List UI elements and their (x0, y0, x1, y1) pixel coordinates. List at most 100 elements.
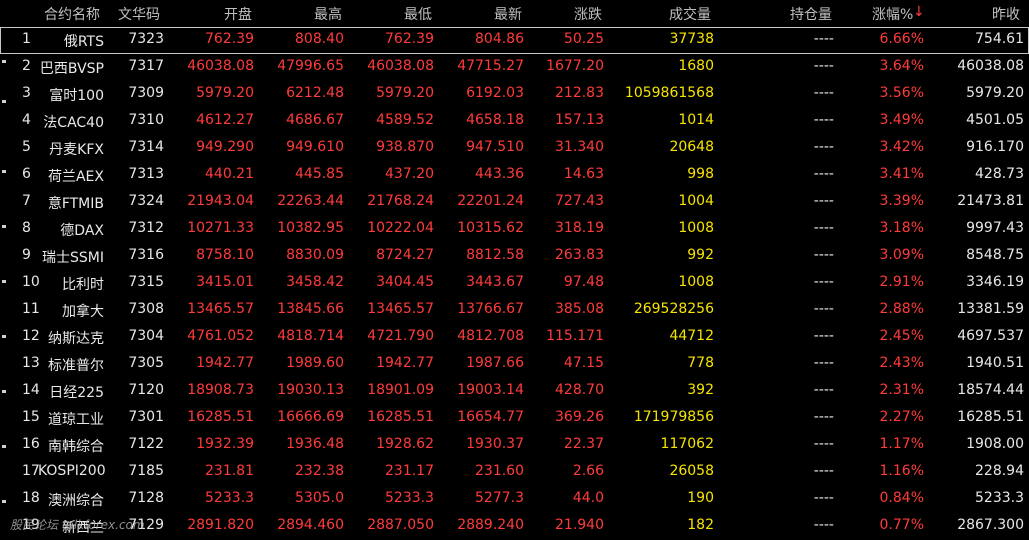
open-interest: ---- (813, 328, 834, 344)
open-price: 231.81 (205, 463, 254, 479)
open-interest: ---- (813, 409, 834, 425)
prev-close: 754.61 (975, 31, 1024, 47)
header-volume[interactable]: 成交量 (669, 4, 711, 24)
price-change: 318.19 (555, 220, 604, 236)
last-price: 16654.77 (457, 409, 524, 425)
open-interest: ---- (813, 31, 834, 47)
table-row[interactable]: 15 道琼工业 7301 16285.51 16666.69 16285.51 16654.… (0, 405, 1029, 432)
last-price: 6192.03 (466, 85, 524, 101)
low-price: 231.17 (385, 463, 434, 479)
table-row[interactable]: 9 瑞士SSMI 7316 8758.10 8830.09 8724.27 8812.58 2… (0, 243, 1029, 270)
left-scroll-markers[interactable] (0, 27, 8, 540)
open-interest: ---- (813, 166, 834, 182)
header-prev-close[interactable]: 昨收 (992, 4, 1020, 24)
prev-close: 2867.300 (957, 517, 1024, 533)
contract-code: 7185 (128, 463, 164, 479)
volume: 998 (687, 166, 714, 182)
table-row[interactable]: 5 丹麦KFX 7314 949.290 949.610 938.870 947.510 31… (0, 135, 1029, 162)
open-interest: ---- (813, 301, 834, 317)
prev-close: 8548.75 (966, 247, 1024, 263)
prev-close: 1940.51 (966, 355, 1024, 371)
table-row[interactable]: 6 荷兰AEX 7313 440.21 445.85 437.20 443.36 14.63 9… (0, 162, 1029, 189)
header-high[interactable]: 最高 (314, 4, 342, 24)
pct-change: 3.39% (879, 193, 924, 209)
open-interest: ---- (813, 58, 834, 74)
scroll-marker (2, 335, 6, 338)
header-low[interactable]: 最低 (404, 4, 432, 24)
table-row[interactable]: 18 澳洲综合 7128 5233.3 5305.0 5233.3 5277.3 44.0 19… (0, 486, 1029, 513)
price-change: 22.37 (563, 436, 604, 452)
low-price: 3404.45 (376, 274, 434, 290)
table-row[interactable]: 2 巴西BVSP 7317 46038.08 47996.65 46038.08 47715… (0, 54, 1029, 81)
table-row[interactable]: 11 加拿大 7308 13465.57 13845.66 13465.57 13766.6… (0, 297, 1029, 324)
price-change: 1677.20 (546, 58, 604, 74)
header-name[interactable]: 合约名称 (44, 4, 100, 24)
header-pct[interactable]: 涨幅% (872, 4, 913, 24)
low-price: 5979.20 (376, 85, 434, 101)
contract-name: 南韩综合 (48, 439, 104, 455)
table-row[interactable]: 10 比利时 7315 3415.01 3458.42 3404.45 3443.67 97.… (0, 270, 1029, 297)
high-price: 10382.95 (277, 220, 344, 236)
last-price: 947.510 (466, 139, 524, 155)
prev-close: 18574.44 (957, 382, 1024, 398)
last-price: 804.86 (475, 31, 524, 47)
table-row[interactable]: 19 新西兰 7129 2891.820 2894.460 2887.050 2889.24… (0, 513, 1029, 540)
contract-code: 7323 (128, 31, 164, 47)
contract-name: 澳洲综合 (48, 493, 104, 509)
table-row[interactable]: 14 日经225 7120 18908.73 19030.13 18901.09 19003… (0, 378, 1029, 405)
low-price: 5233.3 (385, 490, 434, 506)
volume: 1008 (678, 274, 714, 290)
scroll-marker (2, 280, 6, 283)
table-row[interactable]: 16 南韩综合 7122 1932.39 1936.48 1928.62 1930.37 22… (0, 432, 1029, 459)
volume: 1008 (678, 220, 714, 236)
header-last[interactable]: 最新 (494, 4, 522, 24)
high-price: 4818.714 (277, 328, 344, 344)
pct-change: 3.09% (879, 247, 924, 263)
contract-name: KOSPI200 (38, 463, 106, 479)
header-code[interactable]: 文华码 (118, 4, 160, 24)
open-interest: ---- (813, 112, 834, 128)
open-price: 4761.052 (187, 328, 254, 344)
table-row[interactable]: 13 标准普尔 7305 1942.77 1989.60 1942.77 1987.66 47… (0, 351, 1029, 378)
low-price: 4589.52 (376, 112, 434, 128)
pct-change: 3.18% (879, 220, 924, 236)
sort-desc-icon[interactable]: ↓ (913, 4, 925, 20)
low-price: 1928.62 (376, 436, 434, 452)
contract-code: 7308 (128, 301, 164, 317)
pct-change: 3.49% (879, 112, 924, 128)
high-price: 47996.65 (277, 58, 344, 74)
high-price: 808.40 (295, 31, 344, 47)
table-row[interactable]: 4 法CAC40 7310 4612.27 4686.67 4589.52 4658.18 1… (0, 108, 1029, 135)
contract-name: 道琼工业 (48, 412, 104, 428)
table-row[interactable]: 12 纳斯达克 7304 4761.052 4818.714 4721.790 4812.7… (0, 324, 1029, 351)
low-price: 13465.57 (367, 301, 434, 317)
pct-change: 1.16% (879, 463, 924, 479)
table-row[interactable]: 1 俄RTS 7323 762.39 808.40 762.39 804.86 50.25 37… (0, 27, 1029, 54)
table-row[interactable]: 8 德DAX 7312 10271.33 10382.95 10222.04 10315.6… (0, 216, 1029, 243)
contract-code: 7305 (128, 355, 164, 371)
contract-name: 加拿大 (62, 304, 104, 320)
table-header: 合约名称 文华码 开盘 最高 最低 最新 涨跌 成交量 持仓量 涨幅% ↓ 昨收 (0, 0, 1029, 27)
volume: 1014 (678, 112, 714, 128)
open-interest: ---- (813, 274, 834, 290)
pct-change: 0.84% (879, 490, 924, 506)
prev-close: 5233.3 (975, 490, 1024, 506)
contract-code: 7310 (128, 112, 164, 128)
volume: 778 (687, 355, 714, 371)
open-interest: ---- (813, 382, 834, 398)
last-price: 3443.67 (466, 274, 524, 290)
open-price: 949.290 (196, 139, 254, 155)
low-price: 1942.77 (376, 355, 434, 371)
last-price: 19003.14 (457, 382, 524, 398)
contract-code: 7315 (128, 274, 164, 290)
header-change[interactable]: 涨跌 (574, 4, 602, 24)
high-price: 1989.60 (286, 355, 344, 371)
low-price: 762.39 (385, 31, 434, 47)
prev-close: 16285.51 (957, 409, 1024, 425)
header-open[interactable]: 开盘 (224, 4, 252, 24)
prev-close: 5979.20 (966, 85, 1024, 101)
table-row[interactable]: 3 富时100 7309 5979.20 6212.48 5979.20 6192.03 21… (0, 81, 1029, 108)
table-row[interactable]: 17 KOSPI200 7185 231.81 232.38 231.17 231.60 2.… (0, 459, 1029, 486)
table-row[interactable]: 7 意FTMIB 7324 21943.04 22263.44 21768.24 22201… (0, 189, 1029, 216)
header-open-interest[interactable]: 持仓量 (790, 4, 832, 24)
